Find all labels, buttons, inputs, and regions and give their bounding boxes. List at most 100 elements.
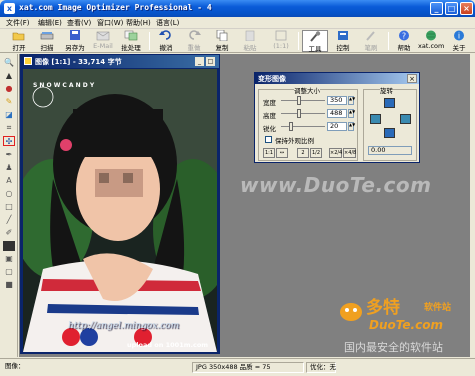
height-input[interactable]: 488: [327, 109, 347, 118]
width-input[interactable]: 350: [327, 96, 347, 105]
control-button[interactable]: 控制: [330, 30, 356, 52]
transform-tool[interactable]: ✣: [3, 136, 15, 146]
status-image-label: 图像：: [5, 362, 25, 370]
rotate-angle-input[interactable]: 0.00: [368, 146, 412, 155]
sharpen-input[interactable]: 20: [327, 122, 347, 131]
brush-tool[interactable]: ✐: [3, 228, 15, 238]
rotate-top-icon[interactable]: [384, 98, 395, 108]
color-wheel-icon: ●: [5, 84, 13, 93]
rectangle-tool[interactable]: □: [3, 202, 15, 212]
line-icon: ╱: [6, 215, 12, 224]
sharpen-slider-track[interactable]: [281, 126, 325, 127]
save-as-button[interactable]: 另存为: [62, 30, 88, 52]
width-label: 宽度: [263, 99, 276, 107]
app-icon[interactable]: x: [4, 3, 15, 14]
photo-canvas[interactable]: S N O W C A N D Y http://angel.mingox.co…: [23, 69, 217, 352]
redo-button[interactable]: 重做: [181, 30, 207, 52]
height-spinner[interactable]: ▲▼: [348, 109, 355, 118]
width-slider-thumb[interactable]: [297, 96, 301, 105]
sharpen-slider-thumb[interactable]: [289, 122, 293, 131]
keep-ratio-checkbox[interactable]: [265, 136, 272, 143]
tools-button[interactable]: 工具: [302, 30, 328, 53]
watermark-site: www.DuoTe.com: [240, 173, 432, 197]
image-minimize-button[interactable]: _: [195, 57, 204, 66]
dialog-close-button[interactable]: ×: [407, 74, 417, 83]
minimize-button[interactable]: _: [430, 2, 443, 15]
menu-edit[interactable]: 编辑(E): [38, 18, 62, 28]
height-slider-track[interactable]: [281, 113, 325, 114]
size-fit-button[interactable]: ↔: [276, 148, 288, 158]
dialog-title: 变形图像: [258, 75, 286, 83]
size-x2-button[interactable]: ×2/4: [329, 148, 342, 158]
menu-file[interactable]: 文件(F): [6, 18, 30, 28]
size-half-button[interactable]: 1/2: [310, 148, 322, 158]
dialog-titlebar[interactable]: 变形图像 ×: [255, 73, 419, 84]
width-slider-track[interactable]: [281, 100, 325, 101]
foreground-color[interactable]: [3, 241, 15, 251]
filter-tool[interactable]: ◪: [3, 110, 15, 120]
undo-button[interactable]: 撤消: [153, 30, 179, 52]
xat-link-button[interactable]: xat.com: [418, 30, 444, 52]
menu-view[interactable]: 查看(V): [67, 18, 91, 28]
swap-tool[interactable]: ▣: [3, 254, 15, 264]
ellipse-tool[interactable]: ○: [3, 189, 15, 199]
scanner-icon: [40, 32, 54, 40]
brush-icon: ✐: [5, 228, 13, 237]
background-color[interactable]: ■: [3, 280, 15, 290]
photo-credit: upload on 1001m.com: [127, 341, 209, 349]
zoom-tool[interactable]: 🔍: [3, 58, 15, 68]
stamp-tool[interactable]: ♟: [3, 163, 15, 173]
menu-window[interactable]: 窗口(W): [97, 18, 123, 28]
width-spinner[interactable]: ▲▼: [348, 96, 355, 105]
zoom-actual-button[interactable]: (1:1): [268, 30, 294, 52]
resize-group-label: 调整大小: [294, 85, 320, 95]
menu-help[interactable]: 帮助(H): [126, 18, 151, 28]
square-dark-icon: ■: [5, 280, 13, 289]
batch-button[interactable]: 批处理: [118, 30, 144, 52]
help-icon: ?: [399, 30, 409, 41]
folder-open-icon: [12, 32, 25, 41]
sharpen-spinner[interactable]: ▲▼: [348, 122, 355, 131]
rotate-left-icon[interactable]: [370, 114, 381, 124]
image-icon: [24, 57, 32, 65]
color-tool[interactable]: ●: [3, 84, 15, 94]
email-button[interactable]: E-Mail: [90, 30, 116, 52]
about-button[interactable]: i 关于: [446, 30, 472, 52]
brush-button[interactable]: 笔刷: [358, 30, 384, 52]
help-button[interactable]: ? 帮助: [391, 30, 417, 52]
title-bar[interactable]: x xat.com Image Optimizer Professional -…: [0, 0, 475, 17]
paste-button[interactable]: 粘贴: [237, 30, 263, 52]
pen-tool[interactable]: ✒: [3, 150, 15, 160]
about-icon: i: [454, 30, 464, 41]
line-tool[interactable]: ╱: [3, 215, 15, 225]
size-x4-button[interactable]: ×4/8: [343, 148, 356, 158]
maximize-button[interactable]: □: [445, 2, 458, 15]
crop-icon: ⌗: [6, 123, 12, 132]
image-window[interactable]: 图像 [1:1] - 33,714 字节 _ □ S N O W C A N D…: [20, 54, 220, 354]
menu-language[interactable]: 语言(L): [156, 18, 179, 28]
copy-button[interactable]: 复制: [209, 30, 235, 52]
triangle-icon: ▲: [5, 71, 13, 80]
wand-icon: ✎: [5, 97, 13, 106]
adjust-tool[interactable]: ✎: [3, 97, 15, 107]
image-window-titlebar[interactable]: 图像 [1:1] - 33,714 字节 _ □: [21, 55, 219, 68]
image-maximize-button[interactable]: □: [206, 57, 215, 66]
photo-logo-text: S N O W C A N D Y: [33, 82, 95, 89]
close-button[interactable]: ×: [460, 2, 473, 15]
size-1-1-button[interactable]: 1:1: [263, 148, 275, 158]
zoom-actual-icon: [275, 30, 287, 41]
photo-image: S N O W C A N D Y: [23, 69, 217, 352]
tools-icon: [310, 31, 321, 42]
open-button[interactable]: 打开: [6, 30, 32, 52]
scan-button[interactable]: 扫描: [34, 30, 60, 52]
globe-icon: [426, 30, 436, 41]
rotate-flip-icon[interactable]: [384, 128, 395, 138]
height-slider-thumb[interactable]: [297, 109, 301, 118]
text-tool[interactable]: A: [3, 176, 15, 186]
arrow-tool[interactable]: ▲: [3, 71, 15, 81]
size-double-button[interactable]: 2: [297, 148, 309, 158]
rotate-right-icon[interactable]: [400, 114, 411, 124]
magnifier-icon: 🔍: [4, 58, 14, 67]
crop-tool[interactable]: ⌗: [3, 123, 15, 133]
fill-tool[interactable]: ▢: [3, 267, 15, 277]
